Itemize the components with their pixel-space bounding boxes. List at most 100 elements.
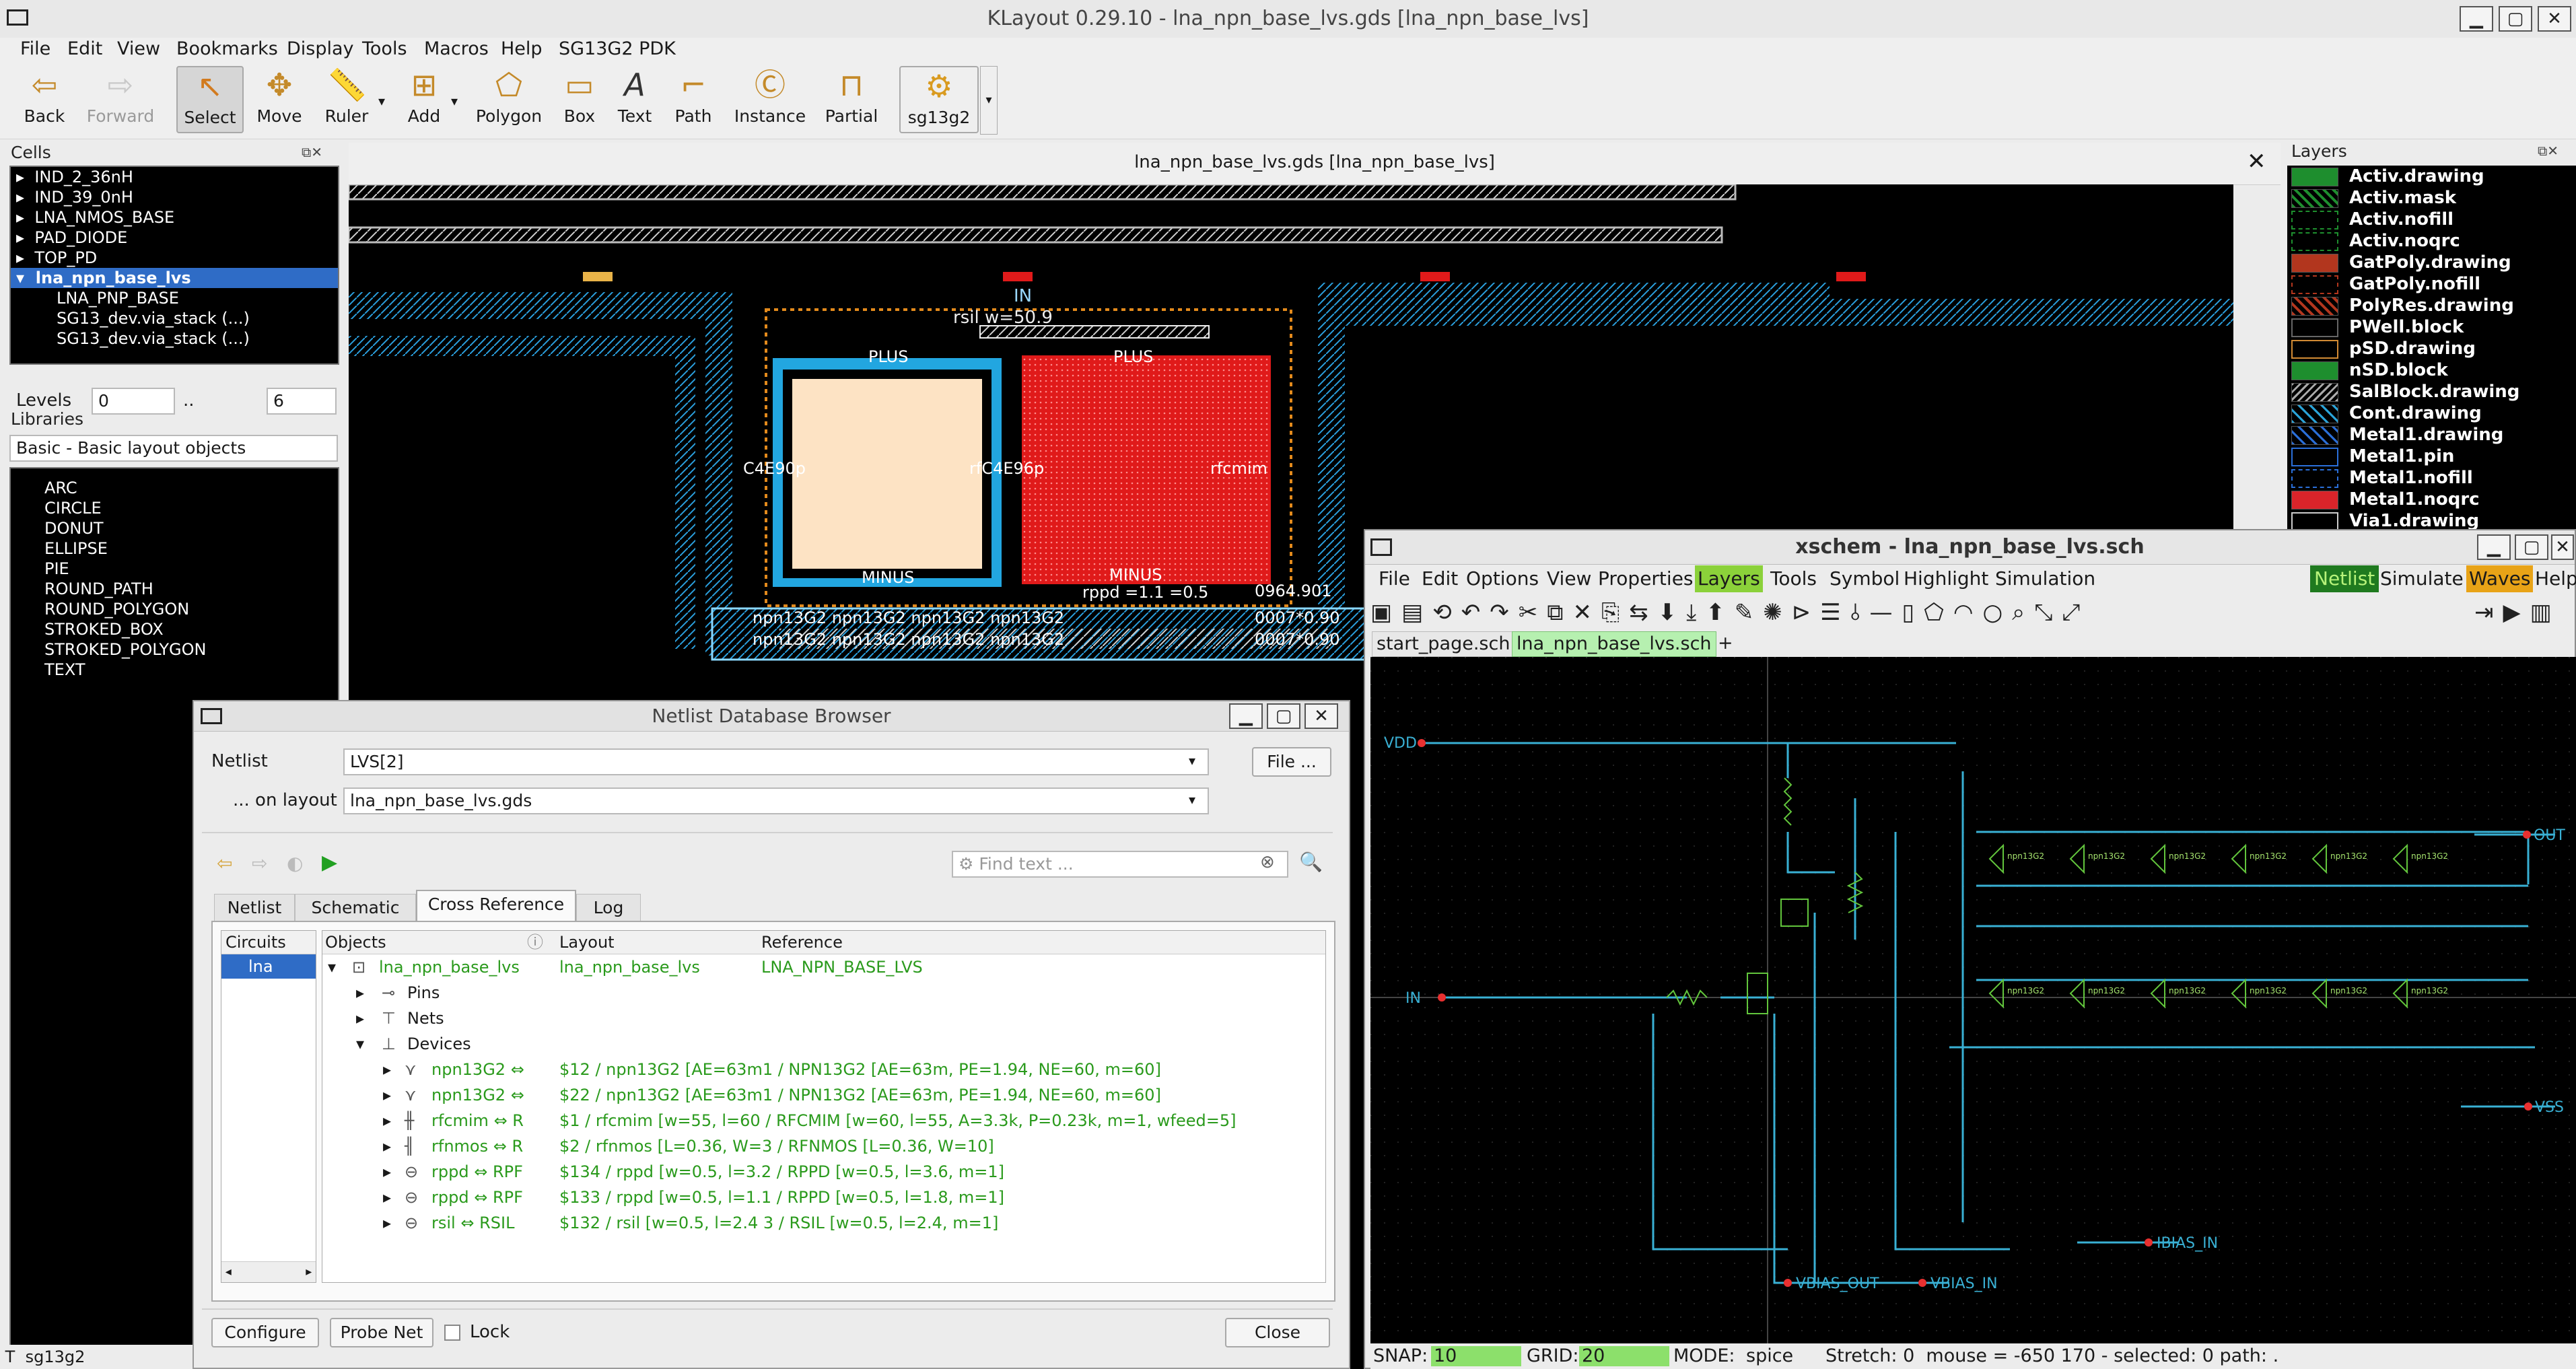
xs-menu-symbol[interactable]: Symbol [1830,565,1900,592]
tree-row-nets[interactable]: ▸ ⊤ Nets [322,1006,1325,1031]
up-icon[interactable]: ⬆ [1706,599,1735,626]
back-nav-icon[interactable]: ⇦ [217,852,232,874]
xs-menu-tools[interactable]: Tools [1770,565,1817,592]
expand-icon[interactable]: ⤢ [2062,599,2089,626]
layer-row[interactable]: nSD.block [2287,359,2576,381]
close-dialog-button[interactable]: Close [1225,1318,1330,1347]
cell-item[interactable]: ▸ LNA_NMOS_BASE [11,207,338,227]
chevron-right-icon[interactable]: ▸ [356,1006,364,1031]
copy-icon[interactable]: ⧉ [1547,599,1572,626]
layer-row[interactable]: GatPoly.nofill [2287,273,2576,295]
find-text-input[interactable]: ⚙ Find text ... [952,851,1288,878]
chevron-right-icon[interactable]: ▸ [383,1185,391,1210]
levels-to-input[interactable]: 6 [267,388,337,415]
tree-row-root[interactable]: ▾ ⊡ lna_npn_base_lvs lna_npn_base_lvs LN… [322,954,1325,980]
rect-icon[interactable]: ▯ [1902,599,1924,626]
chevron-down-icon[interactable]: ▾ [1189,792,1195,808]
chevron-right-icon[interactable]: ▸ [383,1057,391,1082]
snap-value[interactable]: 10 [1431,1346,1521,1366]
polygon-icon[interactable]: ⬠ [1924,599,1953,626]
menu-bookmarks[interactable]: Bookmarks [176,38,278,61]
sg13g2-button[interactable]: ⚙ sg13g2 [899,66,979,133]
move-button[interactable]: ✥ Move [250,66,308,133]
partial-button[interactable]: ⊓ Partial [820,66,883,133]
add-tab-button[interactable]: + [1714,631,1737,656]
select-button[interactable]: ↖ Select [176,66,244,133]
clear-icon[interactable]: ⊗ [1260,852,1275,872]
xs-netlist-button[interactable]: Netlist [2310,565,2379,592]
layer-row[interactable]: GatPoly.drawing [2287,252,2576,273]
cell-item[interactable]: LNA_PNP_BASE [11,288,338,308]
menu-tools[interactable]: Tools [362,38,407,61]
menu-display[interactable]: Display [287,38,354,61]
layer-row[interactable]: Metal1.noqrc [2287,489,2576,510]
layer-row[interactable]: PolyRes.drawing [2287,295,2576,316]
wire-icon[interactable]: ✎ [1735,599,1764,626]
xs-menu-file[interactable]: File [1379,565,1410,592]
close-button[interactable]: ✕ [2551,534,2574,560]
layers-list[interactable]: Activ.drawing Activ.mask Activ.nofill Ac… [2287,166,2576,529]
cell-item-selected[interactable]: ▾ lna_npn_base_lvs [11,268,338,288]
chevron-right-icon[interactable]: ▸ [383,1082,391,1108]
layer-row[interactable]: Activ.noqrc [2287,230,2576,252]
chevron-down-icon[interactable]: ▾ [1189,752,1195,769]
library-select[interactable]: Basic - Basic layout objects [9,435,338,462]
reload-icon[interactable]: ⟲ [1432,599,1461,626]
menu-sg13g2-pdk[interactable]: SG13G2 PDK [559,38,676,61]
search-icon[interactable]: 🔍 [1299,851,1323,873]
circle-icon[interactable]: ○ [1983,599,2013,626]
menu-macros[interactable]: Macros [424,38,489,61]
netlist-select[interactable]: LVS[2] [343,748,1209,775]
minimize-button[interactable]: ▁ [2477,534,2511,560]
library-item[interactable]: STROKED_BOX [11,619,338,639]
xs-simulate-button[interactable]: Simulate [2380,565,2464,592]
back-button[interactable]: ⇦ Back [18,66,71,133]
minimize-button[interactable]: ▁ [1229,703,1263,729]
library-item[interactable]: ROUND_PATH [11,579,338,599]
save-icon[interactable]: ▤ [1401,599,1432,626]
open-icon[interactable]: ▣ [1370,599,1401,626]
layer-row[interactable]: PWell.block [2287,316,2576,338]
tab-log[interactable]: Log [576,894,641,921]
ruler-button[interactable]: 📏 Ruler [316,66,377,133]
line-icon[interactable]: — [1870,599,1902,626]
library-item[interactable]: STROKED_POLYGON [11,639,338,660]
arc-icon[interactable]: ◠ [1953,599,1983,626]
cell-item[interactable]: SG13_dev.via_stack (...) [11,328,338,349]
redo-icon[interactable]: ↷ [1490,599,1519,626]
tree-row-devices[interactable]: ▾ ⊥ Devices [322,1031,1325,1057]
path-button[interactable]: ⌐ Path [666,66,720,133]
menu-view[interactable]: View [117,38,160,61]
maximize-button[interactable]: ▢ [2515,534,2548,560]
column-reference[interactable]: Reference [761,931,843,954]
down-icon[interactable]: ⬇ [1658,599,1687,626]
tab-schematic[interactable]: Schematic [295,894,416,921]
layer-row[interactable]: Activ.drawing [2287,166,2576,187]
tree-row-pins[interactable]: ▸ ⊸ Pins [322,980,1325,1006]
cell-item[interactable]: ▸ IND_39_0nH [11,187,338,207]
xs-menu-edit[interactable]: Edit [1422,565,1458,592]
configure-button[interactable]: Configure [211,1318,319,1347]
undo-icon[interactable]: ↶ [1461,599,1490,626]
chevron-right-icon[interactable]: ▸ [383,1210,391,1236]
maximize-button[interactable]: ▢ [2499,6,2532,32]
insert-icon[interactable]: ⎘ [1601,599,1629,626]
next-icon[interactable]: ⇥▶▥ [2474,595,2561,630]
cut-icon[interactable]: ✂ [1519,599,1547,626]
cells-list[interactable]: ▸ IND_2_36nH ▸ IND_39_0nH ▸ LNA_NMOS_BAS… [9,166,339,365]
library-item[interactable]: ARC [11,478,338,498]
play-icon[interactable]: ▶ [322,851,337,874]
library-item[interactable]: ROUND_POLYGON [11,599,338,619]
xs-menu-simulation[interactable]: Simulation [1995,565,2095,592]
instance-button[interactable]: Ⓒ Instance [731,66,809,133]
zoom-icon[interactable]: ⌕ [2012,599,2034,626]
xs-menu-layers[interactable]: Layers [1695,565,1763,592]
layer-row[interactable]: Activ.nofill [2287,209,2576,230]
device-row[interactable]: ▸ ╢ rfnmos ⇔ R $2 / rfnmos [L=0.36, W=3 /… [322,1133,1325,1159]
layer-row[interactable]: Via1.drawing [2287,510,2576,529]
layout-select[interactable]: lna_npn_base_lvs.gds [343,787,1209,814]
library-item[interactable]: DONUT [11,518,338,538]
cell-item[interactable]: ▸ TOP_PD [11,248,338,268]
sg13g2-dropdown-icon[interactable]: ▾ [980,66,998,135]
polygon-button[interactable]: ⬠ Polygon [474,66,544,133]
